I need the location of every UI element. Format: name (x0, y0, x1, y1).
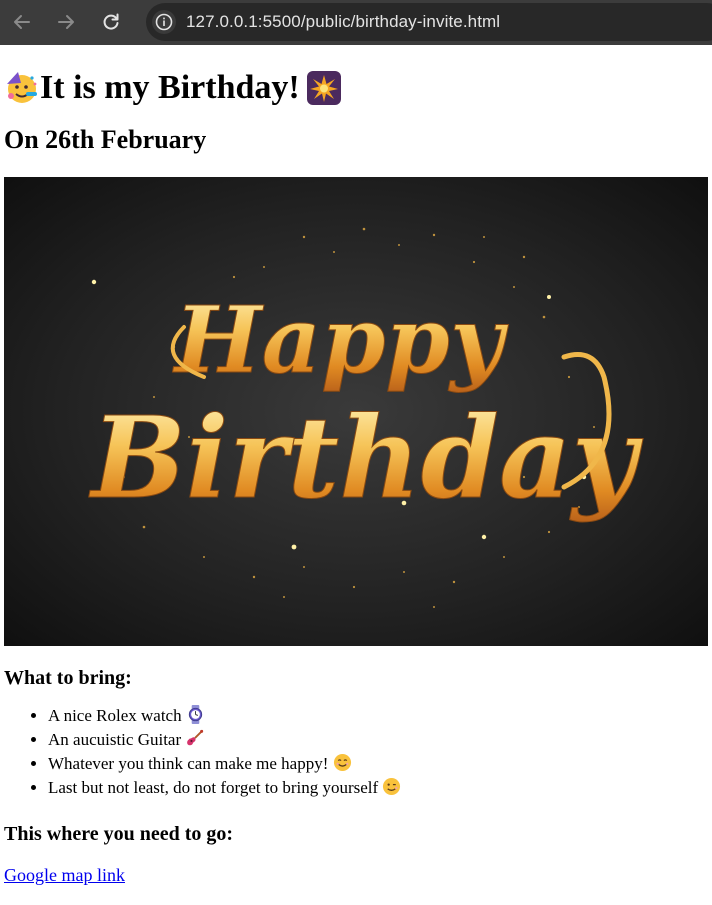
list-item: Whatever you think can make me happy! (48, 752, 712, 776)
guitar-icon (187, 729, 204, 746)
bring-heading: What to bring: (4, 667, 132, 689)
google-map-link[interactable]: Google map link (4, 864, 125, 886)
banner-happy-text: Happy (172, 286, 509, 394)
directions-heading: This where you need to go: (4, 823, 234, 845)
page-top-edge (0, 45, 712, 51)
site-info-button[interactable] (152, 10, 176, 34)
back-button[interactable] (8, 8, 36, 36)
list-item-text: A nice Rolex watch (48, 706, 182, 725)
page-title-text: It is my Birthday! (40, 69, 300, 106)
reload-icon (103, 13, 119, 30)
banner-birthday-text: Birthday (88, 393, 643, 524)
url-text[interactable]: 127.0.0.1:5500/public/birthday-invite.ht… (186, 12, 500, 32)
watch-icon (188, 705, 203, 724)
browser-toolbar: 127.0.0.1:5500/public/birthday-invite.ht… (0, 0, 712, 45)
event-date: On 26th February (4, 125, 207, 154)
reload-button[interactable] (97, 8, 125, 36)
page-content: It is my Birthday! On 26th February Happ… (0, 66, 712, 886)
back-arrow-icon (14, 15, 30, 29)
forward-arrow-icon (58, 15, 74, 29)
happy-birthday-banner-image: Happy Birthday (4, 177, 708, 646)
list-item-text: Last but not least, do not forget to bri… (48, 778, 379, 797)
forward-button[interactable] (52, 8, 80, 36)
smiling-face-icon (333, 753, 351, 772)
winking-face-icon (383, 777, 401, 796)
partying-face-icon (7, 72, 37, 103)
list-item: An aucuistic Guitar (48, 728, 712, 752)
page-title: It is my Birthday! (4, 66, 712, 110)
list-item: Last but not least, do not forget to bri… (48, 776, 712, 800)
list-item-text: An aucuistic Guitar (48, 730, 182, 749)
list-item: A nice Rolex watch (48, 704, 712, 728)
address-bar[interactable]: 127.0.0.1:5500/public/birthday-invite.ht… (146, 3, 712, 41)
sparkle-burst-icon (306, 71, 341, 105)
site-info-icon (155, 13, 173, 31)
bring-list: A nice Rolex watch An aucuistic Guitar W… (4, 704, 712, 800)
list-item-text: Whatever you think can make me happy! (48, 754, 329, 773)
